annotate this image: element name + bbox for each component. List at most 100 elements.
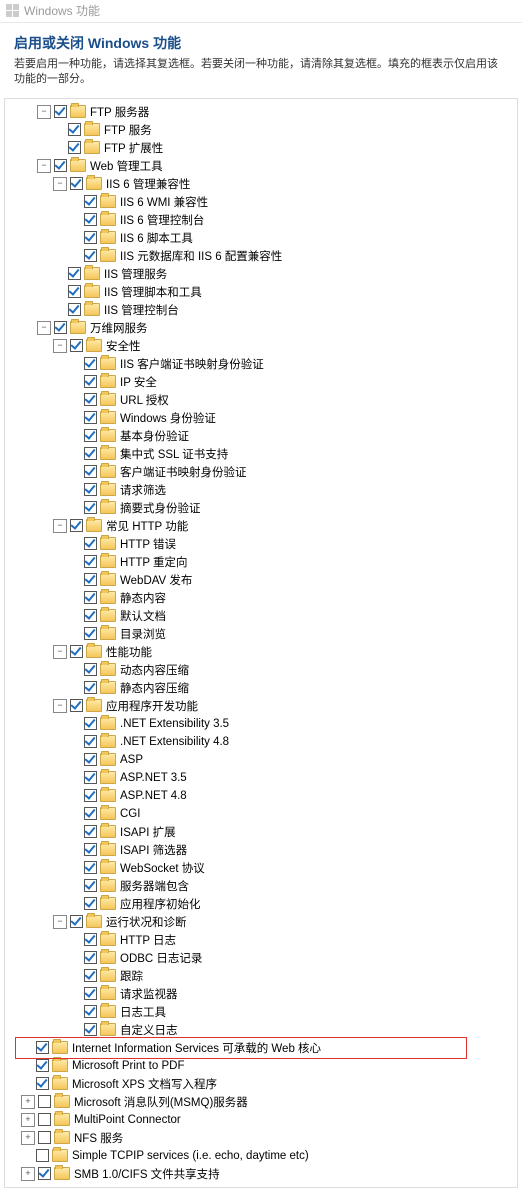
collapse-icon[interactable]: − [53,645,67,659]
tree-node[interactable]: Microsoft XPS 文档写入程序 [7,1075,515,1093]
tree-node[interactable]: ISAPI 扩展 [7,823,515,841]
tree-node[interactable]: IIS 6 脚本工具 [7,229,515,247]
tree-node[interactable]: IIS 6 管理控制台 [7,211,515,229]
tree-node[interactable]: −性能功能 [7,643,515,661]
feature-checkbox[interactable] [84,969,97,982]
tree-node[interactable]: 服务器端包含 [7,877,515,895]
feature-checkbox[interactable] [84,1005,97,1018]
tree-node[interactable]: −FTP 服务器 [7,103,515,121]
feature-checkbox[interactable] [84,231,97,244]
feature-checkbox[interactable] [68,123,81,136]
feature-checkbox[interactable] [84,825,97,838]
feature-checkbox[interactable] [84,987,97,1000]
tree-node[interactable]: ASP.NET 3.5 [7,769,515,787]
feature-checkbox[interactable] [84,753,97,766]
feature-checkbox[interactable] [54,159,67,172]
tree-node[interactable]: .NET Extensibility 3.5 [7,715,515,733]
feature-checkbox[interactable] [84,681,97,694]
feature-checkbox[interactable] [84,771,97,784]
feature-checkbox[interactable] [84,213,97,226]
feature-checkbox[interactable] [70,699,83,712]
feature-checkbox[interactable] [36,1077,49,1090]
feature-checkbox[interactable] [84,897,97,910]
feature-checkbox[interactable] [70,915,83,928]
tree-node[interactable]: +SMB 1.0/CIFS 文件共享支持 [7,1165,515,1183]
tree-node[interactable]: 静态内容压缩 [7,679,515,697]
tree-node[interactable]: −常见 HTTP 功能 [7,517,515,535]
tree-node[interactable]: IIS 6 WMI 兼容性 [7,193,515,211]
feature-checkbox[interactable] [84,1023,97,1036]
collapse-icon[interactable]: − [37,159,51,173]
feature-checkbox[interactable] [84,663,97,676]
feature-checkbox[interactable] [84,627,97,640]
collapse-icon[interactable]: − [53,699,67,713]
tree-node[interactable]: +Microsoft 消息队列(MSMQ)服务器 [7,1093,515,1111]
expand-icon[interactable]: + [21,1167,35,1181]
feature-checkbox[interactable] [84,807,97,820]
tree-node[interactable]: Simple TCPIP services (i.e. echo, daytim… [7,1147,515,1165]
feature-checkbox[interactable] [84,843,97,856]
tree-node[interactable]: 应用程序初始化 [7,895,515,913]
feature-checkbox[interactable] [84,573,97,586]
tree-node[interactable]: WebDAV 发布 [7,571,515,589]
tree-node[interactable]: HTTP 错误 [7,535,515,553]
feature-checkbox[interactable] [70,645,83,658]
expand-icon[interactable]: + [21,1095,35,1109]
tree-node[interactable]: 默认文档 [7,607,515,625]
tree-node[interactable]: CGI [7,805,515,823]
collapse-icon[interactable]: − [53,339,67,353]
collapse-icon[interactable]: − [53,177,67,191]
feature-checkbox[interactable] [38,1095,51,1108]
tree-node[interactable]: IIS 管理控制台 [7,301,515,319]
tree-node[interactable]: ODBC 日志记录 [7,949,515,967]
collapse-icon[interactable]: − [53,519,67,533]
tree-node[interactable]: Internet Information Services 可承载的 Web 核… [7,1039,515,1057]
collapse-icon[interactable]: − [53,915,67,929]
tree-node[interactable]: +NFS 服务 [7,1129,515,1147]
feature-checkbox[interactable] [84,501,97,514]
tree-node[interactable]: IIS 管理服务 [7,265,515,283]
tree-node[interactable]: 静态内容 [7,589,515,607]
feature-checkbox[interactable] [84,249,97,262]
feature-checkbox[interactable] [36,1041,49,1054]
tree-node[interactable]: ASP.NET 4.8 [7,787,515,805]
feature-checkbox[interactable] [84,555,97,568]
feature-checkbox[interactable] [70,339,83,352]
tree-node[interactable]: 基本身份验证 [7,427,515,445]
feature-checkbox[interactable] [70,519,83,532]
feature-checkbox[interactable] [68,141,81,154]
feature-checkbox[interactable] [84,447,97,460]
tree-node[interactable]: HTTP 重定向 [7,553,515,571]
feature-checkbox[interactable] [84,591,97,604]
feature-checkbox[interactable] [70,177,83,190]
feature-checkbox[interactable] [84,429,97,442]
tree-node[interactable]: −万维网服务 [7,319,515,337]
feature-checkbox[interactable] [84,411,97,424]
feature-checkbox[interactable] [84,609,97,622]
feature-checkbox[interactable] [84,375,97,388]
tree-node[interactable]: ISAPI 筛选器 [7,841,515,859]
tree-node[interactable]: IIS 管理脚本和工具 [7,283,515,301]
feature-checkbox[interactable] [84,393,97,406]
collapse-icon[interactable]: − [37,321,51,335]
tree-node[interactable]: 请求筛选 [7,481,515,499]
feature-checkbox[interactable] [84,195,97,208]
feature-checkbox[interactable] [68,303,81,316]
tree-node[interactable]: HTTP 日志 [7,931,515,949]
tree-node[interactable]: URL 授权 [7,391,515,409]
feature-checkbox[interactable] [84,933,97,946]
tree-node[interactable]: Microsoft Print to PDF [7,1057,515,1075]
feature-checkbox[interactable] [84,861,97,874]
feature-checkbox[interactable] [54,321,67,334]
feature-checkbox[interactable] [84,879,97,892]
tree-node[interactable]: −Web 管理工具 [7,157,515,175]
feature-checkbox[interactable] [68,285,81,298]
tree-node[interactable]: +MultiPoint Connector [7,1111,515,1129]
tree-node[interactable]: 日志工具 [7,1003,515,1021]
tree-node[interactable]: 自定义日志 [7,1021,515,1039]
tree-node[interactable]: FTP 扩展性 [7,139,515,157]
feature-checkbox[interactable] [54,105,67,118]
tree-node[interactable]: 动态内容压缩 [7,661,515,679]
feature-checkbox[interactable] [84,537,97,550]
tree-node[interactable]: −安全性 [7,337,515,355]
